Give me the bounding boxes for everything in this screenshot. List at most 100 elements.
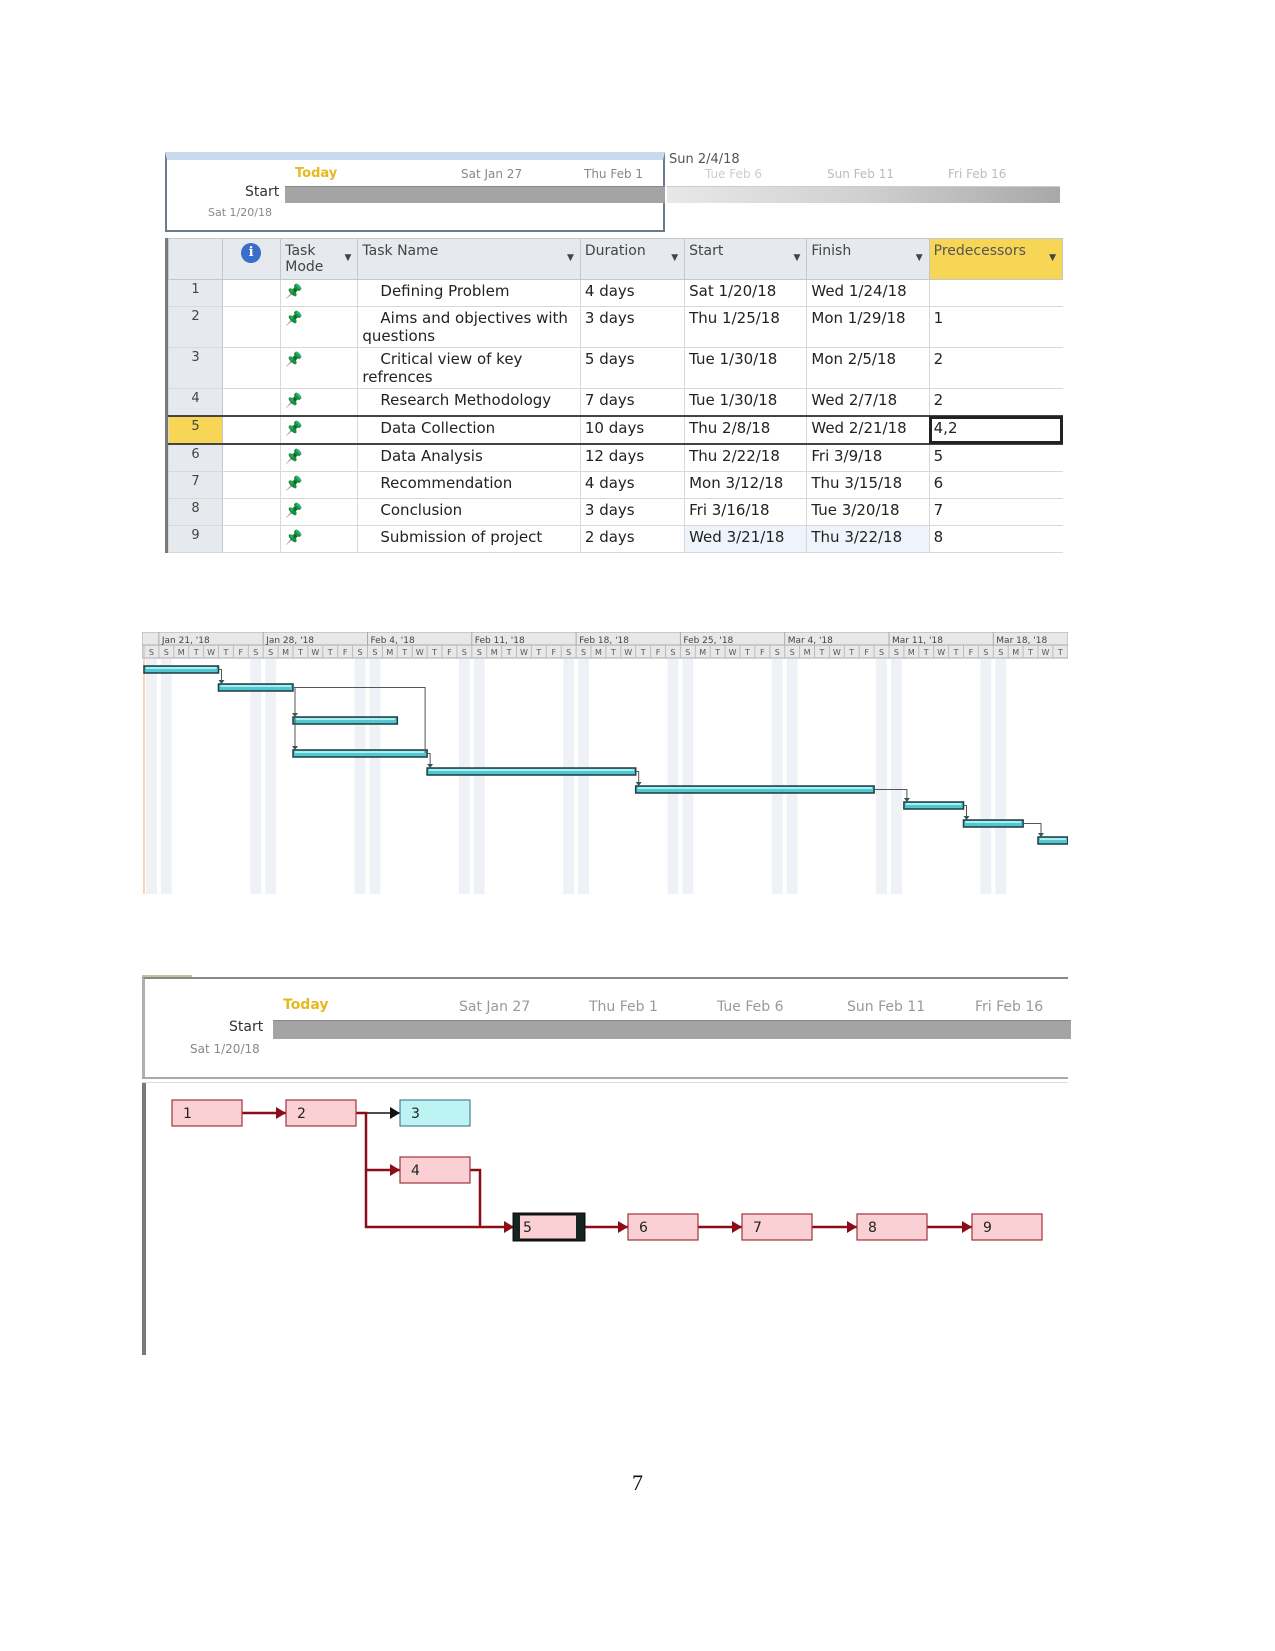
task-mode-cell[interactable]: 📌 [280, 279, 358, 307]
predecessors-cell[interactable]: 8 [928, 525, 1063, 553]
duration-cell[interactable]: 12 days [579, 444, 685, 472]
header-label: Task Mode [285, 243, 324, 275]
table-row[interactable]: 9 📌 Submission of project 2 days Wed 3/21/18… [167, 525, 1063, 553]
table-row[interactable]: 2 📌 Aims and objectives with questions 3 da… [167, 306, 1063, 348]
task-mode-cell[interactable]: 📌 [280, 444, 358, 472]
indicator-cell[interactable] [222, 525, 281, 553]
table-row[interactable]: 6 📌 Data Analysis 12 days Thu 2/22/18 Fri 3/9… [167, 444, 1063, 472]
duration-cell[interactable]: 4 days [579, 471, 685, 499]
day-label: W [937, 648, 945, 657]
task-name-cell[interactable]: Data Analysis [357, 444, 581, 472]
duration-cell[interactable]: 7 days [579, 388, 685, 417]
row-number[interactable]: 7 [167, 471, 224, 499]
header-start[interactable]: Start ▼ [684, 238, 808, 280]
finish-cell[interactable]: Mon 2/5/18 [806, 347, 930, 389]
row-number[interactable]: 6 [167, 444, 224, 472]
indicator-cell[interactable] [222, 306, 281, 348]
start-cell[interactable]: Mon 3/12/18 [684, 471, 807, 499]
start-cell[interactable]: Tue 1/30/18 [684, 388, 807, 417]
header-duration[interactable]: Duration ▼ [579, 238, 686, 280]
predecessors-cell[interactable]: 5 [928, 444, 1063, 472]
task-name-cell[interactable]: Research Methodology [357, 388, 581, 417]
task-mode-cell[interactable]: 📌 [280, 525, 358, 553]
header-task-name[interactable]: Task Name ▼ [357, 238, 581, 280]
dropdown-arrow-icon[interactable]: ▼ [916, 253, 923, 263]
table-row[interactable]: 1 📌 Defining Problem 4 days Sat 1/20/18 Wed 1… [167, 279, 1063, 307]
start-cell[interactable]: Sat 1/20/18 [684, 279, 807, 307]
finish-cell[interactable]: Wed 1/24/18 [806, 279, 930, 307]
duration-cell[interactable]: 3 days [579, 498, 685, 526]
task-name-cell[interactable]: Defining Problem [357, 279, 581, 307]
indicator-cell[interactable] [222, 498, 281, 526]
task-mode-cell[interactable]: 📌 [280, 347, 358, 389]
predecessors-cell[interactable]: 2 [928, 388, 1063, 417]
finish-cell[interactable]: Thu 3/22/18 [806, 525, 930, 553]
start-cell[interactable]: Thu 2/22/18 [684, 444, 807, 472]
row-number[interactable]: 2 [167, 306, 224, 348]
row-number[interactable]: 9 [167, 525, 224, 553]
dropdown-arrow-icon[interactable]: ▼ [671, 253, 678, 263]
finish-cell[interactable]: Tue 3/20/18 [806, 498, 930, 526]
timeline-bar[interactable] [273, 1020, 1071, 1039]
duration-cell[interactable]: 4 days [579, 279, 685, 307]
duration-cell[interactable]: 5 days [579, 347, 685, 389]
day-label: W [207, 648, 215, 657]
indicator-cell[interactable] [222, 279, 281, 307]
start-cell[interactable]: Fri 3/16/18 [684, 498, 807, 526]
header-finish[interactable]: Finish ▼ [806, 238, 930, 280]
start-cell[interactable]: Tue 1/30/18 [684, 347, 807, 389]
dropdown-arrow-icon[interactable]: ▼ [793, 253, 800, 263]
row-number[interactable]: 1 [167, 279, 224, 307]
row-number[interactable]: 4 [167, 388, 224, 417]
header-task-mode[interactable]: Task Mode ▼ [280, 238, 359, 280]
finish-cell[interactable]: Wed 2/21/18 [806, 415, 930, 445]
predecessors-cell[interactable]: 2 [928, 347, 1063, 389]
row-number[interactable]: 5 [167, 415, 224, 445]
header-info[interactable]: i [222, 238, 282, 280]
duration-cell[interactable]: 10 days [579, 415, 685, 445]
task-name-cell[interactable]: Data Collection [357, 415, 581, 445]
row-number[interactable]: 8 [167, 498, 224, 526]
dropdown-arrow-icon[interactable]: ▼ [344, 253, 351, 263]
finish-cell[interactable]: Wed 2/7/18 [806, 388, 930, 417]
task-mode-cell[interactable]: 📌 [280, 388, 358, 417]
dropdown-arrow-icon[interactable]: ▼ [567, 253, 574, 263]
table-row[interactable]: 8 📌 Conclusion 3 days Fri 3/16/18 Tue 3/20/18… [167, 498, 1063, 526]
task-mode-cell[interactable]: 📌 [280, 306, 358, 348]
header-predecessors[interactable]: Predecessors ▼ [928, 238, 1064, 280]
indicator-cell[interactable] [222, 347, 281, 389]
indicator-cell[interactable] [222, 471, 281, 499]
task-name-cell[interactable]: Conclusion [357, 498, 581, 526]
start-cell[interactable]: Wed 3/21/18 [684, 525, 807, 553]
predecessors-cell[interactable]: 6 [928, 471, 1063, 499]
duration-cell[interactable]: 3 days [579, 306, 685, 348]
task-mode-cell[interactable]: 📌 [280, 498, 358, 526]
predecessors-cell[interactable] [928, 279, 1063, 307]
task-name-cell[interactable]: Aims and objectives with questions [357, 306, 581, 348]
table-row[interactable]: 7 📌 Recommendation 4 days Mon 3/12/18 Thu 3/1… [167, 471, 1063, 499]
start-cell[interactable]: Thu 2/8/18 [684, 415, 807, 445]
dropdown-arrow-icon[interactable]: ▼ [1049, 253, 1056, 263]
predecessors-cell[interactable]: 4,2 [928, 415, 1063, 445]
predecessors-cell[interactable]: 1 [928, 306, 1063, 348]
finish-cell[interactable]: Mon 1/29/18 [806, 306, 930, 348]
task-mode-cell[interactable]: 📌 [280, 415, 358, 445]
task-name-cell[interactable]: Submission of project [357, 525, 581, 553]
indicator-cell[interactable] [222, 388, 281, 417]
table-row[interactable]: 4 📌 Research Methodology 7 days Tue 1/30/18 W… [167, 388, 1063, 417]
duration-cell[interactable]: 2 days [579, 525, 685, 553]
task-name-cell-text: Defining Problem [380, 282, 510, 300]
task-name-cell[interactable]: Recommendation [357, 471, 581, 499]
indicator-cell[interactable] [222, 415, 281, 445]
row-number[interactable]: 3 [167, 347, 224, 389]
task-name-cell[interactable]: Critical view of key refrences [357, 347, 581, 389]
predecessors-cell[interactable]: 7 [928, 498, 1063, 526]
table-row[interactable]: 5 📌 Data Collection 10 days Thu 2/8/18 Wed 2/… [167, 415, 1063, 445]
start-cell[interactable]: Thu 1/25/18 [684, 306, 807, 348]
indicator-cell[interactable] [222, 444, 281, 472]
finish-cell[interactable]: Thu 3/15/18 [806, 471, 930, 499]
task-mode-cell[interactable]: 📌 [280, 471, 358, 499]
timeline-bar[interactable] [285, 186, 665, 203]
table-row[interactable]: 3 📌 Critical view of key refrences 5 days Tu… [167, 347, 1063, 389]
finish-cell[interactable]: Fri 3/9/18 [806, 444, 930, 472]
